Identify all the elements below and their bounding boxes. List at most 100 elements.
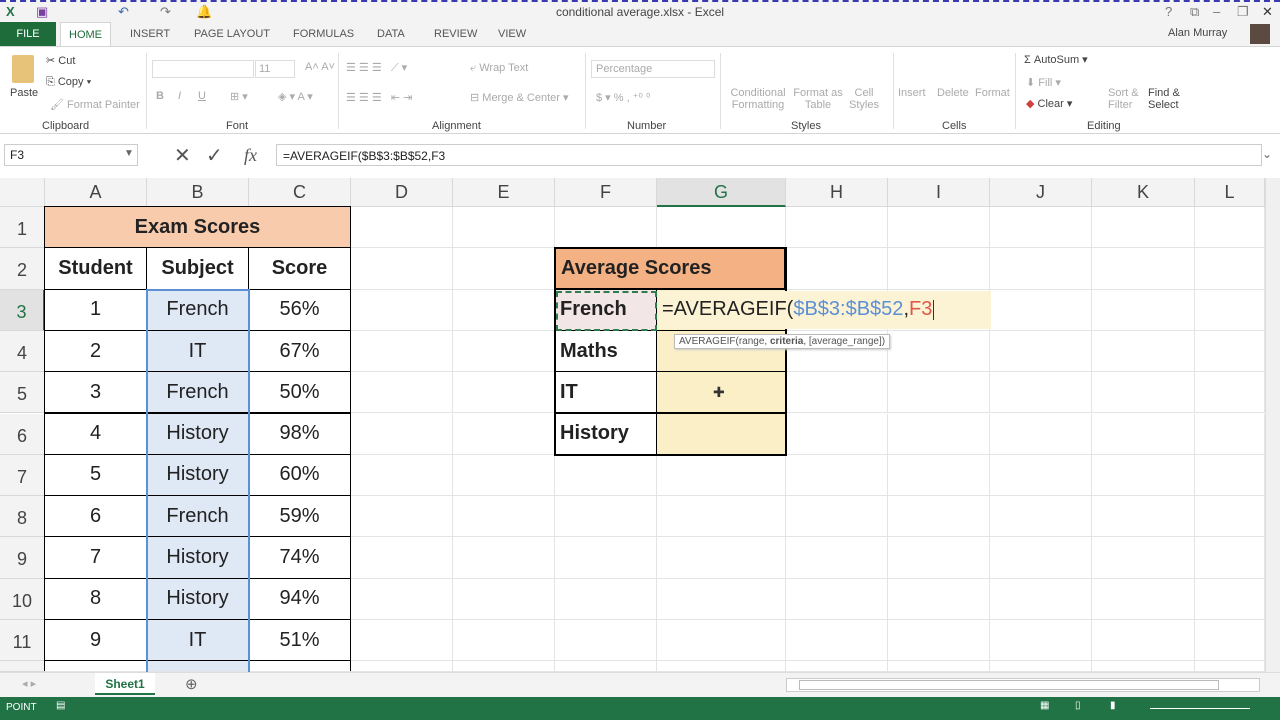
grid-cell[interactable] [453, 537, 555, 579]
insert-cells-button[interactable]: Insert [898, 87, 926, 99]
tab-data[interactable]: DATA [369, 22, 413, 46]
row-header-12[interactable] [0, 661, 45, 672]
grid-cell[interactable] [1092, 248, 1195, 290]
row-header-10[interactable]: 10 [0, 578, 45, 620]
grid-cell[interactable] [786, 454, 888, 497]
grid-cell[interactable] [990, 620, 1092, 662]
exam-cell-score[interactable]: 56% [248, 288, 351, 331]
grid-cell[interactable] [657, 207, 786, 249]
sheet-nav-arrows[interactable]: ◂ ▸ [22, 677, 36, 690]
grid-cell[interactable] [786, 661, 888, 672]
wrap-text-button[interactable]: ⤶ Wrap Text [470, 62, 528, 75]
tab-view[interactable]: VIEW [490, 22, 534, 46]
help-icon[interactable]: ? [1165, 4, 1172, 19]
horizontal-align-icons[interactable]: ☰ ☰ ☰ ⇤ ⇥ [346, 91, 412, 104]
row-header-11[interactable]: 11 [0, 620, 45, 662]
exam-cell-student[interactable]: 8 [44, 577, 147, 620]
grid-cell[interactable] [786, 620, 888, 662]
grid-cell[interactable] [555, 661, 657, 672]
column-header-D[interactable]: D [351, 178, 453, 207]
row-header-2[interactable]: 2 [0, 248, 45, 290]
sheet-tab-sheet1[interactable]: Sheet1 [95, 673, 155, 695]
insert-function-icon[interactable]: fx [244, 145, 257, 166]
bold-button[interactable]: B [156, 90, 164, 102]
grid-cell[interactable] [1195, 454, 1265, 497]
grid-cell[interactable] [453, 372, 555, 414]
enter-icon[interactable]: ✓ [206, 143, 223, 168]
function-tooltip[interactable]: AVERAGEIF(range, criteria, [average_rang… [674, 333, 891, 349]
exam-cell-score[interactable]: 60% [248, 453, 351, 497]
grid-cell[interactable] [453, 578, 555, 620]
row-header-5[interactable]: 5 [0, 372, 45, 414]
minimize-icon[interactable]: – [1213, 4, 1220, 19]
grid-cell[interactable] [990, 413, 1092, 455]
select-all-corner[interactable] [0, 178, 45, 207]
grid-cell[interactable] [888, 372, 990, 414]
grid-cell[interactable] [1195, 537, 1265, 579]
grid-cell[interactable] [786, 537, 888, 579]
grid-cell[interactable] [1092, 207, 1195, 249]
avatar[interactable] [1250, 24, 1270, 44]
exam-cell-student[interactable]: 4 [44, 412, 147, 455]
percent-style-button[interactable]: $ ▾ % , ⁺⁰ ⁰ [596, 91, 650, 104]
horizontal-scrollbar[interactable] [786, 678, 1260, 692]
grid-cell[interactable] [786, 578, 888, 620]
grid-cell[interactable] [888, 661, 990, 672]
grid-cell[interactable] [786, 207, 888, 249]
macro-record-icon[interactable]: ▤ [56, 700, 65, 711]
grid-cell[interactable] [351, 207, 453, 249]
tab-file[interactable]: FILE [0, 22, 56, 46]
exam-cell-student[interactable]: 2 [44, 329, 147, 373]
row-header-9[interactable]: 9 [0, 537, 45, 579]
conditional-formatting-button[interactable]: Conditional Formatting [728, 87, 788, 111]
column-header-L[interactable]: L [1195, 178, 1265, 207]
grid-cell[interactable] [453, 413, 555, 455]
column-header-C[interactable]: C [249, 178, 351, 207]
grid-cell[interactable] [453, 248, 555, 290]
grid-cell[interactable] [990, 454, 1092, 497]
page-break-view-icon[interactable]: ▮ [1110, 700, 1116, 711]
format-painter-button[interactable]: 🖌 Format Painter [50, 98, 140, 111]
grid-cell[interactable] [555, 537, 657, 579]
copy-button[interactable]: ⎘ Copy ▾ [46, 76, 91, 89]
row-header-3[interactable]: 3 [0, 289, 45, 331]
cut-button[interactable]: ✂ Cut [46, 54, 75, 67]
grid-cell[interactable] [1092, 413, 1195, 455]
grid-cell[interactable] [1195, 372, 1265, 414]
column-header-F[interactable]: F [555, 178, 657, 207]
grid-cell[interactable] [453, 454, 555, 497]
grid-cell[interactable] [888, 620, 990, 662]
grid-cell[interactable] [351, 578, 453, 620]
column-header-B[interactable]: B [147, 178, 249, 207]
grid-cell[interactable] [1195, 578, 1265, 620]
tab-home[interactable]: HOME [60, 22, 111, 46]
grid-cell[interactable] [888, 330, 990, 373]
grid-cell[interactable] [351, 372, 453, 414]
grid-cell[interactable] [555, 578, 657, 620]
page-layout-view-icon[interactable]: ▯ [1075, 700, 1081, 711]
cancel-icon[interactable]: ✕ [174, 143, 191, 168]
ribbon-display-icon[interactable]: ⧉ [1190, 4, 1199, 20]
column-header-J[interactable]: J [990, 178, 1092, 207]
grid-cell[interactable] [1195, 330, 1265, 373]
column-header-H[interactable]: H [786, 178, 888, 207]
grid-cell[interactable] [888, 496, 990, 538]
grid-cell[interactable] [990, 537, 1092, 579]
exam-cell-student[interactable]: 5 [44, 453, 147, 497]
grid-cell[interactable] [1195, 413, 1265, 455]
merge-center-button[interactable]: ⊟ Merge & Center ▾ [470, 91, 569, 104]
grid-cell[interactable] [1092, 330, 1195, 373]
column-header-K[interactable]: K [1092, 178, 1195, 207]
grid-cell[interactable] [1092, 372, 1195, 414]
exam-cell-student[interactable]: 3 [44, 371, 147, 414]
cell-edit-g3[interactable]: =AVERAGEIF($B$3:$B$52, F3 [658, 290, 991, 329]
grid-cell[interactable] [1092, 661, 1195, 672]
grid-cell[interactable] [1195, 289, 1265, 331]
grid-cell[interactable] [1092, 496, 1195, 538]
grid-cell[interactable] [555, 207, 657, 249]
grid-cell[interactable] [990, 496, 1092, 538]
grid-cell[interactable] [453, 620, 555, 662]
sort-filter-button[interactable]: Sort & Filter [1108, 87, 1148, 111]
grid-cell[interactable] [990, 578, 1092, 620]
delete-cells-button[interactable]: Delete [937, 87, 969, 99]
